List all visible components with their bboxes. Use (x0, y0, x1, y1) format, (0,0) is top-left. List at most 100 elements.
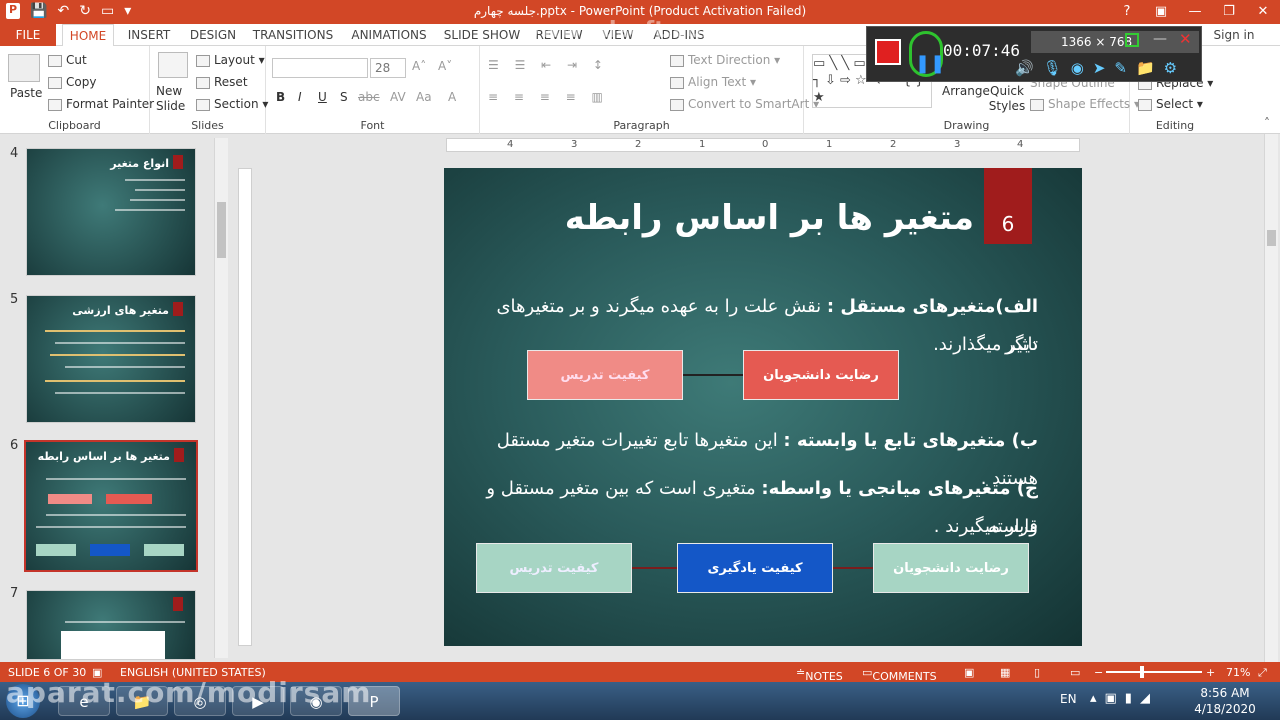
new-slide-icon (158, 52, 188, 78)
thumb-number: 7 (10, 586, 19, 601)
zoom-slider[interactable] (1106, 671, 1202, 673)
settings-gear-icon[interactable]: ⚙ (1164, 59, 1177, 77)
arrow-connector (833, 567, 873, 569)
char-spacing-button[interactable]: AV (390, 90, 406, 104)
reset-button[interactable]: Reset (196, 75, 248, 89)
tab-home[interactable]: HOME (62, 24, 114, 46)
change-case-button[interactable]: Aa (416, 90, 432, 104)
zoom-out-icon[interactable]: − (1094, 666, 1103, 679)
slide-sorter-icon[interactable]: ▦ (1000, 666, 1010, 679)
pen-icon[interactable]: ✎ (1114, 59, 1127, 77)
align-buttons[interactable]: ≡ ≡ ≡ ≡ ▥ (488, 90, 609, 104)
slide-scroll-thumb[interactable] (1267, 230, 1276, 246)
font-size-box[interactable]: 28 (370, 58, 406, 78)
ruler-tick: 4 (1017, 139, 1024, 150)
speaker-icon[interactable]: 🔊 (1015, 59, 1034, 77)
list-buttons[interactable]: ☰ ☰ ⇤ ⇥ ↕ (488, 58, 609, 72)
microphone-icon[interactable]: 🎙 (1043, 59, 1062, 77)
tab-design[interactable]: DESIGN (182, 24, 244, 46)
ruler-tick: 3 (954, 139, 961, 150)
minimize-recorder-icon[interactable]: — (1153, 31, 1167, 47)
restore-button[interactable]: ❐ (1212, 0, 1246, 24)
folder-icon[interactable]: 📁 (1136, 59, 1155, 77)
cursor-icon[interactable]: ➤ (1093, 59, 1106, 77)
select-button[interactable]: Select ▾ (1138, 97, 1203, 111)
ribbon-display-button[interactable]: ▣ (1144, 0, 1178, 24)
stop-record-button[interactable] (875, 39, 901, 65)
thumbnails-scrollbar[interactable] (214, 138, 228, 658)
shrink-font-icon[interactable]: A˅ (438, 59, 452, 73)
slideshow-view-icon[interactable]: ▭ (1070, 666, 1080, 679)
fullscreen-icon[interactable] (1125, 33, 1139, 47)
format-painter-button[interactable]: Format Painter (48, 97, 154, 111)
webcam-icon[interactable]: ◉ (1071, 59, 1084, 77)
clock-time[interactable]: 8:56 AM (1192, 686, 1258, 700)
close-recorder-icon[interactable]: ✕ (1179, 30, 1192, 48)
normal-view-icon[interactable]: ▣ (964, 666, 974, 679)
horizontal-ruler: 4 3 2 1 0 1 2 3 4 (446, 138, 1080, 152)
zoom-level[interactable]: 71% (1226, 666, 1250, 679)
box-teaching-quality-2[interactable]: کیفیت تدریس (476, 543, 632, 593)
box-teaching-quality[interactable]: کیفیت تدریس (527, 350, 683, 400)
arrange-button[interactable]: Arrange (942, 84, 990, 98)
strikethrough-button[interactable]: abc (358, 90, 380, 104)
sign-in-link[interactable]: Sign in (1206, 24, 1262, 46)
paste-icon (8, 54, 40, 82)
tab-file[interactable]: FILE (0, 24, 56, 46)
tray-icons[interactable]: ▴▣▮◢ (1090, 691, 1158, 706)
ruler-tick: 1 (826, 139, 833, 150)
paste-button[interactable]: Paste (10, 86, 42, 100)
collapse-ribbon-icon[interactable]: ˄ (1264, 116, 1270, 130)
shape-effects-icon (1030, 98, 1044, 111)
notes-button[interactable]: ≐ NOTES (796, 666, 843, 683)
section-button[interactable]: Section ▾ (196, 97, 268, 111)
reading-view-icon[interactable]: ▯ (1034, 666, 1040, 679)
slide-scrollbar[interactable] (1264, 134, 1278, 662)
thumbnails-scroll-thumb[interactable] (217, 202, 226, 258)
slide-thumbnail-6-selected[interactable]: متغیر ها بر اساس رابطه (24, 440, 198, 572)
zoom-slider-thumb[interactable] (1140, 666, 1144, 678)
layout-button[interactable]: Layout ▾ (196, 53, 265, 67)
minimize-button[interactable]: — (1178, 0, 1212, 24)
ruler-tick: 2 (890, 139, 897, 150)
zoom-in-icon[interactable]: + (1206, 666, 1215, 679)
tab-animations[interactable]: ANIMATIONS (344, 24, 434, 46)
tab-slideshow[interactable]: SLIDE SHOW (442, 24, 522, 46)
align-text-button[interactable]: Align Text ▾ (670, 75, 756, 89)
ruler-tick: 4 (507, 139, 514, 150)
tab-transitions[interactable]: TRANSITIONS (250, 24, 336, 46)
box-student-satisfaction-2[interactable]: رضایت دانشجویان (873, 543, 1029, 593)
convert-smartart-button[interactable]: Convert to SmartArt ▾ (670, 97, 819, 111)
italic-button[interactable]: I (298, 90, 302, 104)
slide-thumbnail-7[interactable] (26, 590, 196, 660)
shape-effects-button[interactable]: Shape Effects ▾ (1030, 97, 1140, 111)
shadow-button[interactable]: S (340, 90, 348, 104)
text-direction-button[interactable]: Text Direction ▾ (670, 53, 780, 67)
paragraph-mediator-line2[interactable]: قرار میگیرند . (478, 508, 1038, 546)
thumb-number: 4 (10, 146, 19, 161)
input-language[interactable]: EN (1060, 692, 1077, 706)
current-slide[interactable]: 6 متغیر ها بر اساس رابطه الف)متغیرهای مس… (444, 168, 1082, 646)
quick-styles-button[interactable]: Quick Styles (986, 84, 1028, 114)
box-learning-quality[interactable]: کیفیت یادگیری (677, 543, 833, 593)
slide-title[interactable]: متغیر ها بر اساس رابطه (504, 198, 974, 238)
box-student-satisfaction[interactable]: رضایت دانشجویان (743, 350, 899, 400)
grow-font-icon[interactable]: A˄ (412, 59, 426, 73)
close-button[interactable]: ✕ (1246, 0, 1280, 24)
underline-button[interactable]: U (318, 90, 327, 104)
slide-thumbnail-4[interactable]: انواع متغیر (26, 148, 196, 276)
comments-button[interactable]: ▭ COMMENTS (862, 666, 937, 683)
section-icon (196, 98, 210, 111)
fit-slide-icon[interactable]: ⤢ (1258, 666, 1267, 680)
help-button[interactable]: ? (1110, 0, 1144, 24)
font-name-box[interactable] (272, 58, 368, 78)
new-slide-button[interactable]: New Slide (156, 84, 194, 114)
clock-date[interactable]: 4/18/2020 (1192, 702, 1258, 716)
copy-button[interactable]: Copy (48, 75, 96, 89)
scissors-icon (48, 54, 62, 67)
tab-insert[interactable]: INSERT (120, 24, 178, 46)
cut-button[interactable]: Cut (48, 53, 87, 67)
font-color-button[interactable]: A (448, 90, 456, 104)
bold-button[interactable]: B (276, 90, 285, 104)
slide-thumbnail-5[interactable]: متغیر های ارزشی (26, 295, 196, 423)
